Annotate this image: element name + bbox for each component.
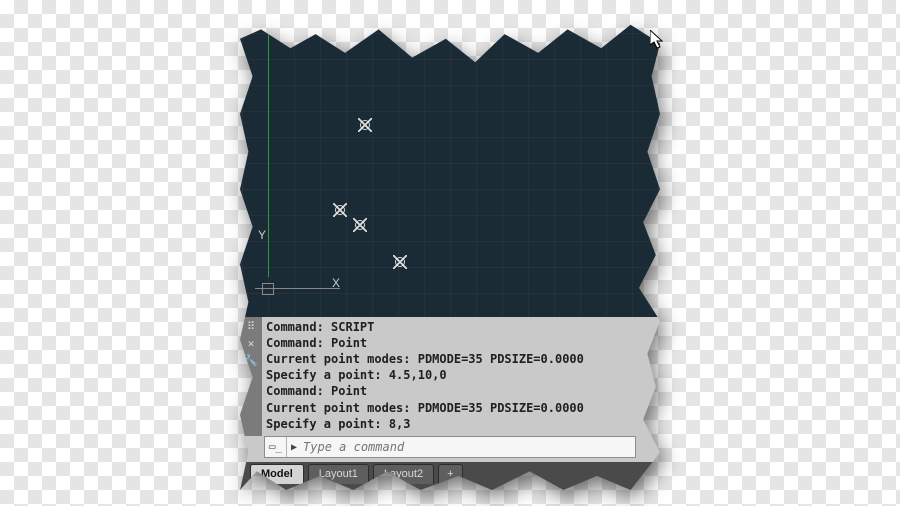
point-marker[interactable] — [333, 203, 347, 217]
point-marker[interactable] — [393, 255, 407, 269]
y-axis — [268, 30, 269, 277]
y-axis-label: Y — [258, 228, 266, 242]
autocad-fragment: Y X ⠿ ✕ 🔧 Command: SCRIPT Command: Point… — [240, 20, 660, 490]
tab-new[interactable]: + — [438, 464, 462, 484]
command-input-row: ▭_ ▶ — [264, 436, 636, 458]
tab-model[interactable]: Model — [250, 464, 304, 484]
command-line: Command: Point — [266, 383, 656, 399]
tab-layout1[interactable]: Layout1 — [308, 464, 369, 484]
command-line: Specify a point: 8,3 — [266, 416, 656, 432]
wrench-icon[interactable]: 🔧 — [244, 355, 258, 366]
x-axis-label: X — [332, 276, 340, 290]
command-line: Specify a point: 4.5,10,0 — [266, 367, 656, 383]
command-panel-gutter: ⠿ ✕ 🔧 — [240, 317, 262, 436]
command-history[interactable]: Command: SCRIPT Command: Point Current p… — [262, 317, 660, 436]
command-input[interactable] — [303, 440, 635, 454]
point-marker[interactable] — [358, 118, 372, 132]
drawing-canvas[interactable]: Y X — [240, 20, 660, 317]
command-prompt-icon[interactable]: ▭_ — [265, 437, 287, 457]
command-history-panel: ⠿ ✕ 🔧 Command: SCRIPT Command: Point Cur… — [240, 317, 660, 436]
command-line: Current point modes: PDMODE=35 PDSIZE=0.… — [266, 400, 656, 416]
command-line: Current point modes: PDMODE=35 PDSIZE=0.… — [266, 351, 656, 367]
panel-handle-icon[interactable]: ⠿ — [247, 321, 255, 332]
chevron-right-icon: ▶ — [287, 442, 303, 453]
layout-tab-strip: Model Layout1 Layout2 + — [240, 462, 660, 490]
ucs-origin-icon — [262, 283, 274, 295]
command-line: Command: Point — [266, 335, 656, 351]
close-icon[interactable]: ✕ — [248, 338, 255, 349]
tab-layout2[interactable]: Layout2 — [373, 464, 434, 484]
command-line: Command: SCRIPT — [266, 319, 656, 335]
point-marker[interactable] — [353, 218, 367, 232]
